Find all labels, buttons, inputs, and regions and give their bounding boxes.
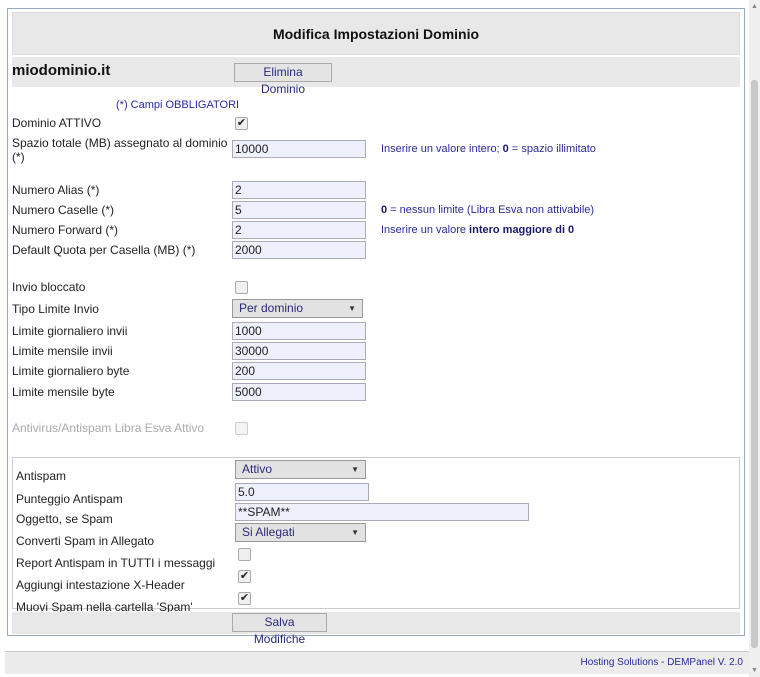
label-tipo-limite: Tipo Limite Invio bbox=[12, 302, 99, 316]
footer-text: Hosting Solutions - DEMPanel V. 2.0 bbox=[580, 657, 744, 668]
oggetto-input[interactable]: **SPAM** bbox=[235, 503, 529, 521]
limite-mensile-byte-input[interactable]: 5000 bbox=[232, 383, 366, 401]
default-quota-input[interactable]: 2000 bbox=[232, 241, 366, 259]
label-report: Report Antispam in TUTTI i messaggi bbox=[16, 556, 216, 570]
dominio-attivo-checkbox[interactable]: ✔ bbox=[235, 117, 248, 130]
label-converti: Converti Spam in Allegato bbox=[16, 534, 155, 548]
antispam-select[interactable]: Attivo ▼ bbox=[235, 460, 366, 479]
scrollbar-thumb[interactable] bbox=[751, 80, 758, 648]
numero-forward-input[interactable]: 2 bbox=[232, 221, 366, 239]
save-bar: Salva Modifiche bbox=[12, 612, 740, 646]
limite-giornaliero-byte-input[interactable]: 200 bbox=[232, 362, 366, 380]
label-punteggio: Punteggio Antispam bbox=[16, 492, 123, 506]
label-oggetto: Oggetto, se Spam bbox=[16, 512, 113, 526]
label-numero-forward: Numero Forward (*) bbox=[12, 223, 119, 237]
numero-alias-input[interactable]: 2 bbox=[232, 181, 366, 199]
label-xheader: Aggiungi intestazione X-Header bbox=[16, 578, 185, 592]
spazio-totale-input[interactable]: 10000 bbox=[232, 140, 366, 158]
delete-domain-button[interactable]: Elimina Dominio bbox=[234, 63, 332, 96]
label-spazio-totale: Spazio totale (MB) assegnato al dominio bbox=[12, 136, 228, 150]
converti-select[interactable]: Si Allegati ▼ bbox=[235, 523, 366, 542]
xheader-checkbox[interactable]: ✔ bbox=[238, 570, 251, 583]
settings-panel: Modifica Impostazioni Dominio miodominio… bbox=[7, 8, 745, 646]
chevron-down-icon: ▼ bbox=[351, 465, 359, 474]
antispam-section: Antispam Attivo ▼ Punteggio Antispam 5.0 … bbox=[12, 457, 740, 614]
numero-caselle-input[interactable]: 5 bbox=[232, 201, 366, 219]
label-limite-giornaliero-byte: Limite giornaliero byte bbox=[12, 364, 130, 378]
punteggio-input[interactable]: 5.0 bbox=[235, 483, 369, 501]
label-antivirus: Antivirus/Antispam Libra Esva Attivo bbox=[12, 421, 205, 435]
footer: Hosting Solutions - DEMPanel V. 2.0 bbox=[5, 651, 749, 674]
caselle-hint: 0 = nessun limite (Libra Esva non attiva… bbox=[381, 204, 595, 216]
spazio-hint: Inserire un valore intero; 0 = spazio il… bbox=[381, 143, 596, 155]
invio-bloccato-checkbox[interactable] bbox=[235, 281, 248, 294]
limite-mensile-invii-input[interactable]: 30000 bbox=[232, 342, 366, 360]
limite-giornaliero-invii-input[interactable]: 1000 bbox=[232, 322, 366, 340]
label-antispam: Antispam bbox=[16, 469, 67, 483]
chevron-down-icon: ▼ bbox=[351, 528, 359, 537]
required-note: (*) Campi OBBLIGATORI bbox=[116, 99, 240, 111]
muovi-checkbox[interactable]: ✔ bbox=[238, 592, 251, 605]
label-limite-giornaliero-invii: Limite giornaliero invii bbox=[12, 324, 128, 338]
label-limite-mensile-invii: Limite mensile invii bbox=[12, 344, 113, 358]
page-title: Modifica Impostazioni Dominio bbox=[12, 12, 740, 55]
forward-hint: Inserire un valore intero maggiore di 0 bbox=[381, 224, 575, 236]
label-invio-bloccato: Invio bloccato bbox=[12, 280, 86, 294]
label-spazio-totale-req: (*) bbox=[12, 150, 25, 164]
label-limite-mensile-byte: Limite mensile byte bbox=[12, 385, 115, 399]
domain-bar: miodominio.it Elimina Dominio bbox=[12, 57, 740, 96]
tipo-limite-select[interactable]: Per dominio ▼ bbox=[232, 299, 363, 318]
label-numero-caselle: Numero Caselle (*) bbox=[12, 203, 115, 217]
scrollbar[interactable]: ▲ ▼ bbox=[749, 0, 760, 677]
report-checkbox[interactable] bbox=[238, 548, 251, 561]
label-numero-alias: Numero Alias (*) bbox=[12, 183, 100, 197]
save-button[interactable]: Salva Modifiche bbox=[232, 613, 327, 646]
label-dominio-attivo: Dominio ATTIVO bbox=[12, 116, 102, 130]
antivirus-checkbox[interactable] bbox=[235, 422, 248, 435]
scroll-down-icon[interactable]: ▼ bbox=[751, 667, 758, 674]
chevron-down-icon: ▼ bbox=[348, 304, 356, 313]
scroll-up-icon[interactable]: ▲ bbox=[751, 3, 758, 10]
label-default-quota: Default Quota per Casella (MB) (*) bbox=[12, 243, 196, 257]
domain-name: miodominio.it bbox=[12, 62, 111, 79]
